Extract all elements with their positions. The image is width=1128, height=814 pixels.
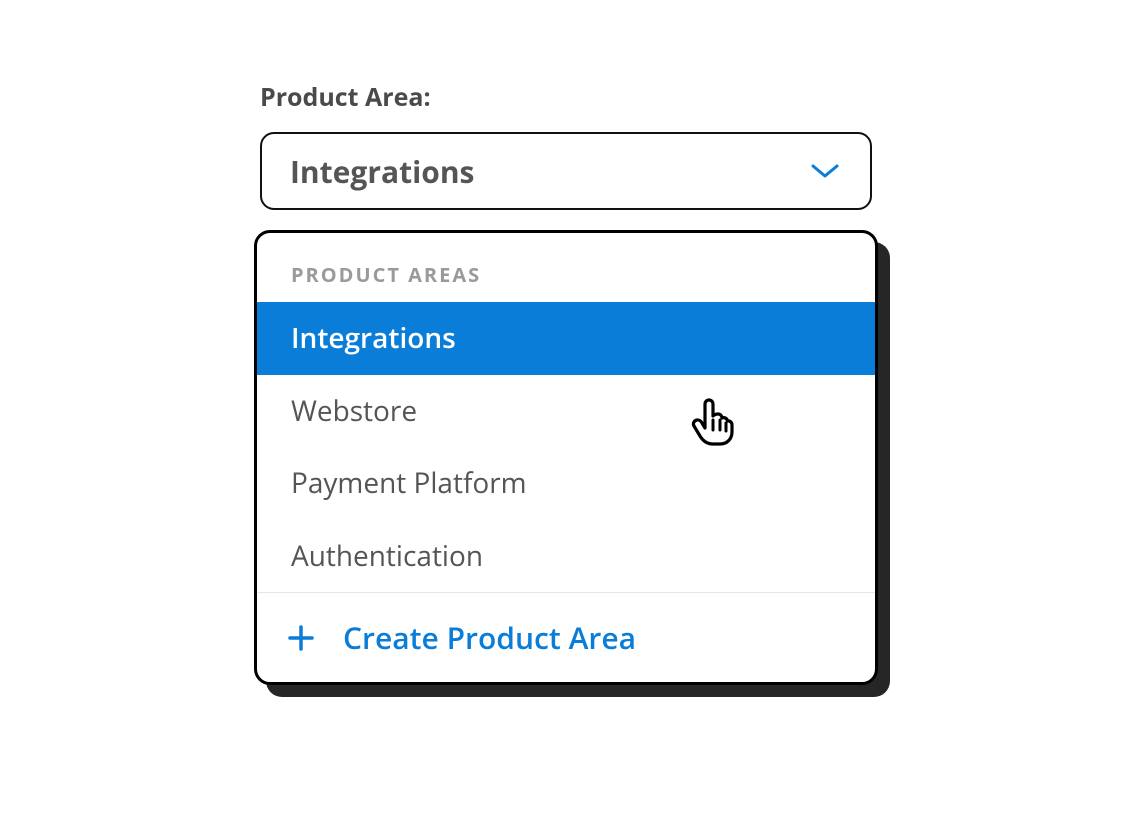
- dropdown-item-label: Integrations: [291, 319, 456, 357]
- dropdown-item-authentication[interactable]: Authentication: [257, 520, 875, 593]
- dropdown-header: PRODUCT AREAS: [257, 233, 875, 302]
- create-product-area-label: Create Product Area: [343, 617, 636, 658]
- dropdown-item-label: Authentication: [291, 537, 483, 575]
- product-area-select[interactable]: Integrations: [260, 132, 872, 210]
- select-value: Integrations: [290, 151, 474, 192]
- plus-icon: [287, 624, 315, 652]
- dropdown-item-label: Payment Platform: [291, 464, 527, 502]
- dropdown-item-label: Webstore: [291, 392, 417, 430]
- dropdown-item-webstore[interactable]: Webstore: [257, 375, 875, 448]
- chevron-down-icon: [810, 162, 840, 180]
- create-product-area-button[interactable]: Create Product Area: [257, 592, 875, 682]
- dropdown-item-payment-platform[interactable]: Payment Platform: [257, 447, 875, 520]
- field-label: Product Area:: [260, 80, 872, 114]
- product-area-dropdown[interactable]: PRODUCT AREAS Integrations Webstore Paym…: [254, 230, 878, 685]
- dropdown-item-integrations[interactable]: Integrations: [257, 302, 875, 375]
